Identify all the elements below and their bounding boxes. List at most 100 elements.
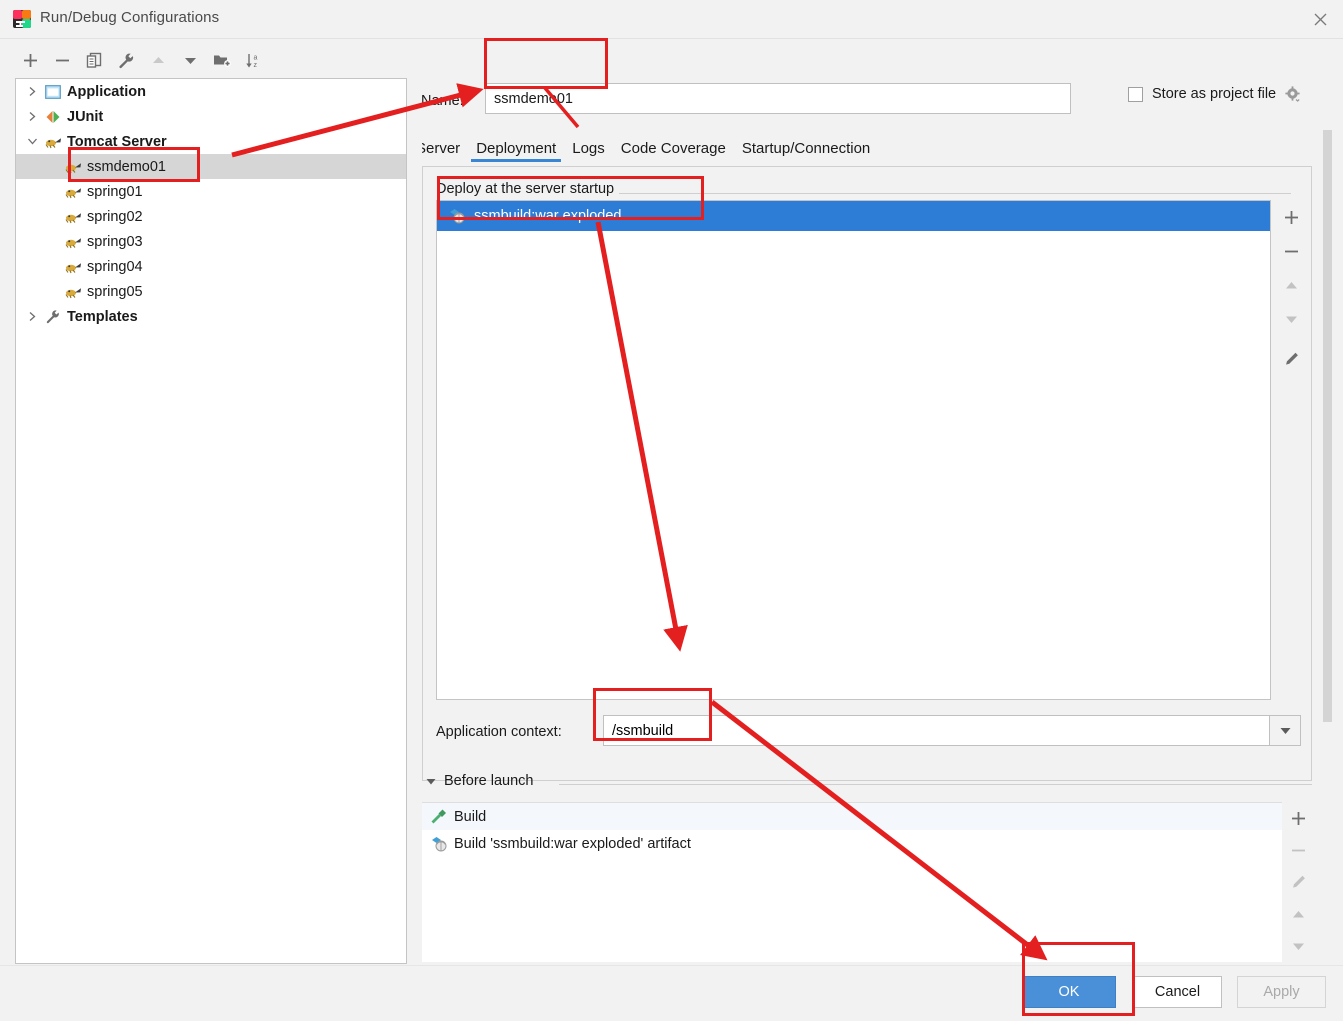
tab-logs[interactable]: Logs bbox=[564, 134, 613, 162]
intellij-idea-icon bbox=[12, 9, 32, 29]
run-debug-configurations-dialog: Run/Debug Configurations bbox=[0, 0, 1343, 1021]
sort-alpha-icon[interactable]: a z bbox=[238, 45, 270, 75]
window-title: Run/Debug Configurations bbox=[40, 9, 219, 26]
arrow-up-icon bbox=[142, 45, 174, 75]
store-as-project-file-label: Store as project file bbox=[1152, 86, 1276, 102]
store-as-project-file-row[interactable]: Store as project file bbox=[1128, 86, 1301, 102]
deployment-settings-card: Deploy at the server startup ssmbuild:wa… bbox=[422, 166, 1312, 781]
configurations-toolbar: a z bbox=[14, 44, 406, 76]
title-bar: Run/Debug Configurations bbox=[0, 0, 1343, 39]
before-launch-divider bbox=[559, 784, 1312, 785]
tree-item-label: spring02 bbox=[87, 209, 143, 225]
tree-item-label: spring05 bbox=[87, 284, 143, 300]
application-icon bbox=[42, 82, 64, 102]
tab-deployment[interactable]: Deployment bbox=[468, 134, 564, 162]
before-launch-task-row[interactable]: Build bbox=[422, 803, 1282, 830]
artifact-icon bbox=[428, 834, 450, 854]
scrollbar-thumb[interactable] bbox=[1323, 130, 1332, 722]
name-input[interactable] bbox=[485, 83, 1071, 114]
tree-item-spring02[interactable]: spring02 bbox=[16, 204, 406, 229]
tab-label: Startup/Connection bbox=[742, 140, 870, 157]
tomcat-icon bbox=[62, 182, 84, 202]
deployment-artifact-row[interactable]: ssmbuild:war exploded bbox=[437, 201, 1270, 231]
apply-button: Apply bbox=[1237, 976, 1326, 1008]
artifacts-side-toolbar bbox=[1273, 200, 1309, 700]
build-hammer-icon bbox=[428, 807, 450, 827]
tree-item-junit[interactable]: JUnit bbox=[16, 104, 406, 129]
add-task-button[interactable] bbox=[1281, 802, 1315, 834]
ok-button[interactable]: OK bbox=[1022, 976, 1116, 1008]
tab-code-coverage[interactable]: Code Coverage bbox=[613, 134, 734, 162]
wrench-icon[interactable] bbox=[110, 45, 142, 75]
tree-item-application[interactable]: Application bbox=[16, 79, 406, 104]
before-launch-task-row[interactable]: Build 'ssmbuild:war exploded' artifact bbox=[422, 830, 1282, 857]
store-as-project-file-checkbox[interactable] bbox=[1128, 87, 1143, 102]
before-launch-side-toolbar bbox=[1282, 802, 1314, 962]
copy-configuration-button[interactable] bbox=[78, 45, 110, 75]
tree-item-label: spring04 bbox=[87, 259, 143, 275]
tree-item-label: Application bbox=[67, 84, 146, 100]
application-context-input[interactable] bbox=[603, 715, 1270, 746]
svg-text:z: z bbox=[254, 62, 258, 69]
svg-text:a: a bbox=[254, 54, 258, 61]
tree-item-tomcat-server[interactable]: Tomcat Server bbox=[16, 129, 406, 154]
tree-item-label: Templates bbox=[67, 309, 138, 325]
editor-scrollbar[interactable] bbox=[1320, 130, 1334, 960]
tree-item-label: JUnit bbox=[67, 109, 103, 125]
tree-item-spring04[interactable]: spring04 bbox=[16, 254, 406, 279]
chevron-down-icon[interactable] bbox=[22, 129, 42, 154]
chevron-down-icon[interactable] bbox=[1270, 715, 1301, 746]
edit-task-button bbox=[1281, 866, 1315, 898]
tomcat-icon bbox=[62, 257, 84, 277]
tab-startup-connection[interactable]: Startup/Connection bbox=[734, 134, 878, 162]
tree-item-spring01[interactable]: spring01 bbox=[16, 179, 406, 204]
tree-item-label: ssmdemo01 bbox=[87, 159, 166, 175]
deployment-artifacts-list[interactable]: ssmbuild:war exploded bbox=[436, 200, 1271, 700]
chevron-right-icon[interactable] bbox=[22, 304, 42, 329]
tree-item-label: spring01 bbox=[87, 184, 143, 200]
edit-artifact-button[interactable] bbox=[1274, 342, 1308, 376]
task-label: Build bbox=[454, 809, 486, 825]
remove-configuration-button[interactable] bbox=[46, 45, 78, 75]
remove-task-button bbox=[1281, 834, 1315, 866]
tab-server[interactable]: Server bbox=[422, 134, 468, 162]
tree-item-spring03[interactable]: spring03 bbox=[16, 229, 406, 254]
arrow-down-icon[interactable] bbox=[174, 45, 206, 75]
configurations-tree[interactable]: Application JUnit Tom bbox=[15, 78, 407, 964]
tab-label: Logs bbox=[572, 140, 605, 157]
tree-item-label: Tomcat Server bbox=[67, 134, 167, 150]
wrench-icon bbox=[42, 307, 64, 327]
tomcat-icon bbox=[42, 132, 64, 152]
before-launch-task-list[interactable]: Build Build 'ssmbuild:war exploded' arti… bbox=[422, 802, 1282, 962]
remove-artifact-button[interactable] bbox=[1274, 234, 1308, 268]
artifact-icon bbox=[447, 206, 467, 226]
configuration-tabs[interactable]: Server Deployment Logs Code Coverage Sta… bbox=[422, 134, 1327, 164]
chevron-right-icon[interactable] bbox=[22, 79, 42, 104]
before-launch-header[interactable]: Before launch bbox=[422, 773, 533, 789]
tomcat-icon bbox=[62, 282, 84, 302]
tree-item-label: spring03 bbox=[87, 234, 143, 250]
tree-item-templates[interactable]: Templates bbox=[16, 304, 406, 329]
folder-add-icon[interactable] bbox=[206, 45, 238, 75]
chevron-down-icon[interactable] bbox=[422, 778, 440, 785]
add-artifact-button[interactable] bbox=[1274, 200, 1308, 234]
tomcat-icon bbox=[62, 157, 84, 177]
deploy-group-title: Deploy at the server startup bbox=[436, 181, 619, 197]
tab-label: Deployment bbox=[476, 140, 556, 157]
chevron-right-icon[interactable] bbox=[22, 104, 42, 129]
move-task-up-button bbox=[1281, 898, 1315, 930]
task-label: Build 'ssmbuild:war exploded' artifact bbox=[454, 836, 691, 852]
tree-item-spring05[interactable]: spring05 bbox=[16, 279, 406, 304]
tomcat-icon bbox=[62, 207, 84, 227]
application-context-label: Application context: bbox=[436, 724, 562, 740]
tab-label: Code Coverage bbox=[621, 140, 726, 157]
gear-icon[interactable] bbox=[1285, 86, 1301, 102]
move-task-down-button bbox=[1281, 930, 1315, 962]
add-configuration-button[interactable] bbox=[14, 45, 46, 75]
close-icon[interactable] bbox=[1297, 0, 1343, 38]
artifact-label: ssmbuild:war exploded bbox=[474, 208, 622, 224]
tomcat-icon bbox=[62, 232, 84, 252]
cancel-button[interactable]: Cancel bbox=[1133, 976, 1222, 1008]
junit-icon bbox=[42, 107, 64, 127]
tree-item-ssmdemo01[interactable]: ssmdemo01 bbox=[16, 154, 406, 179]
